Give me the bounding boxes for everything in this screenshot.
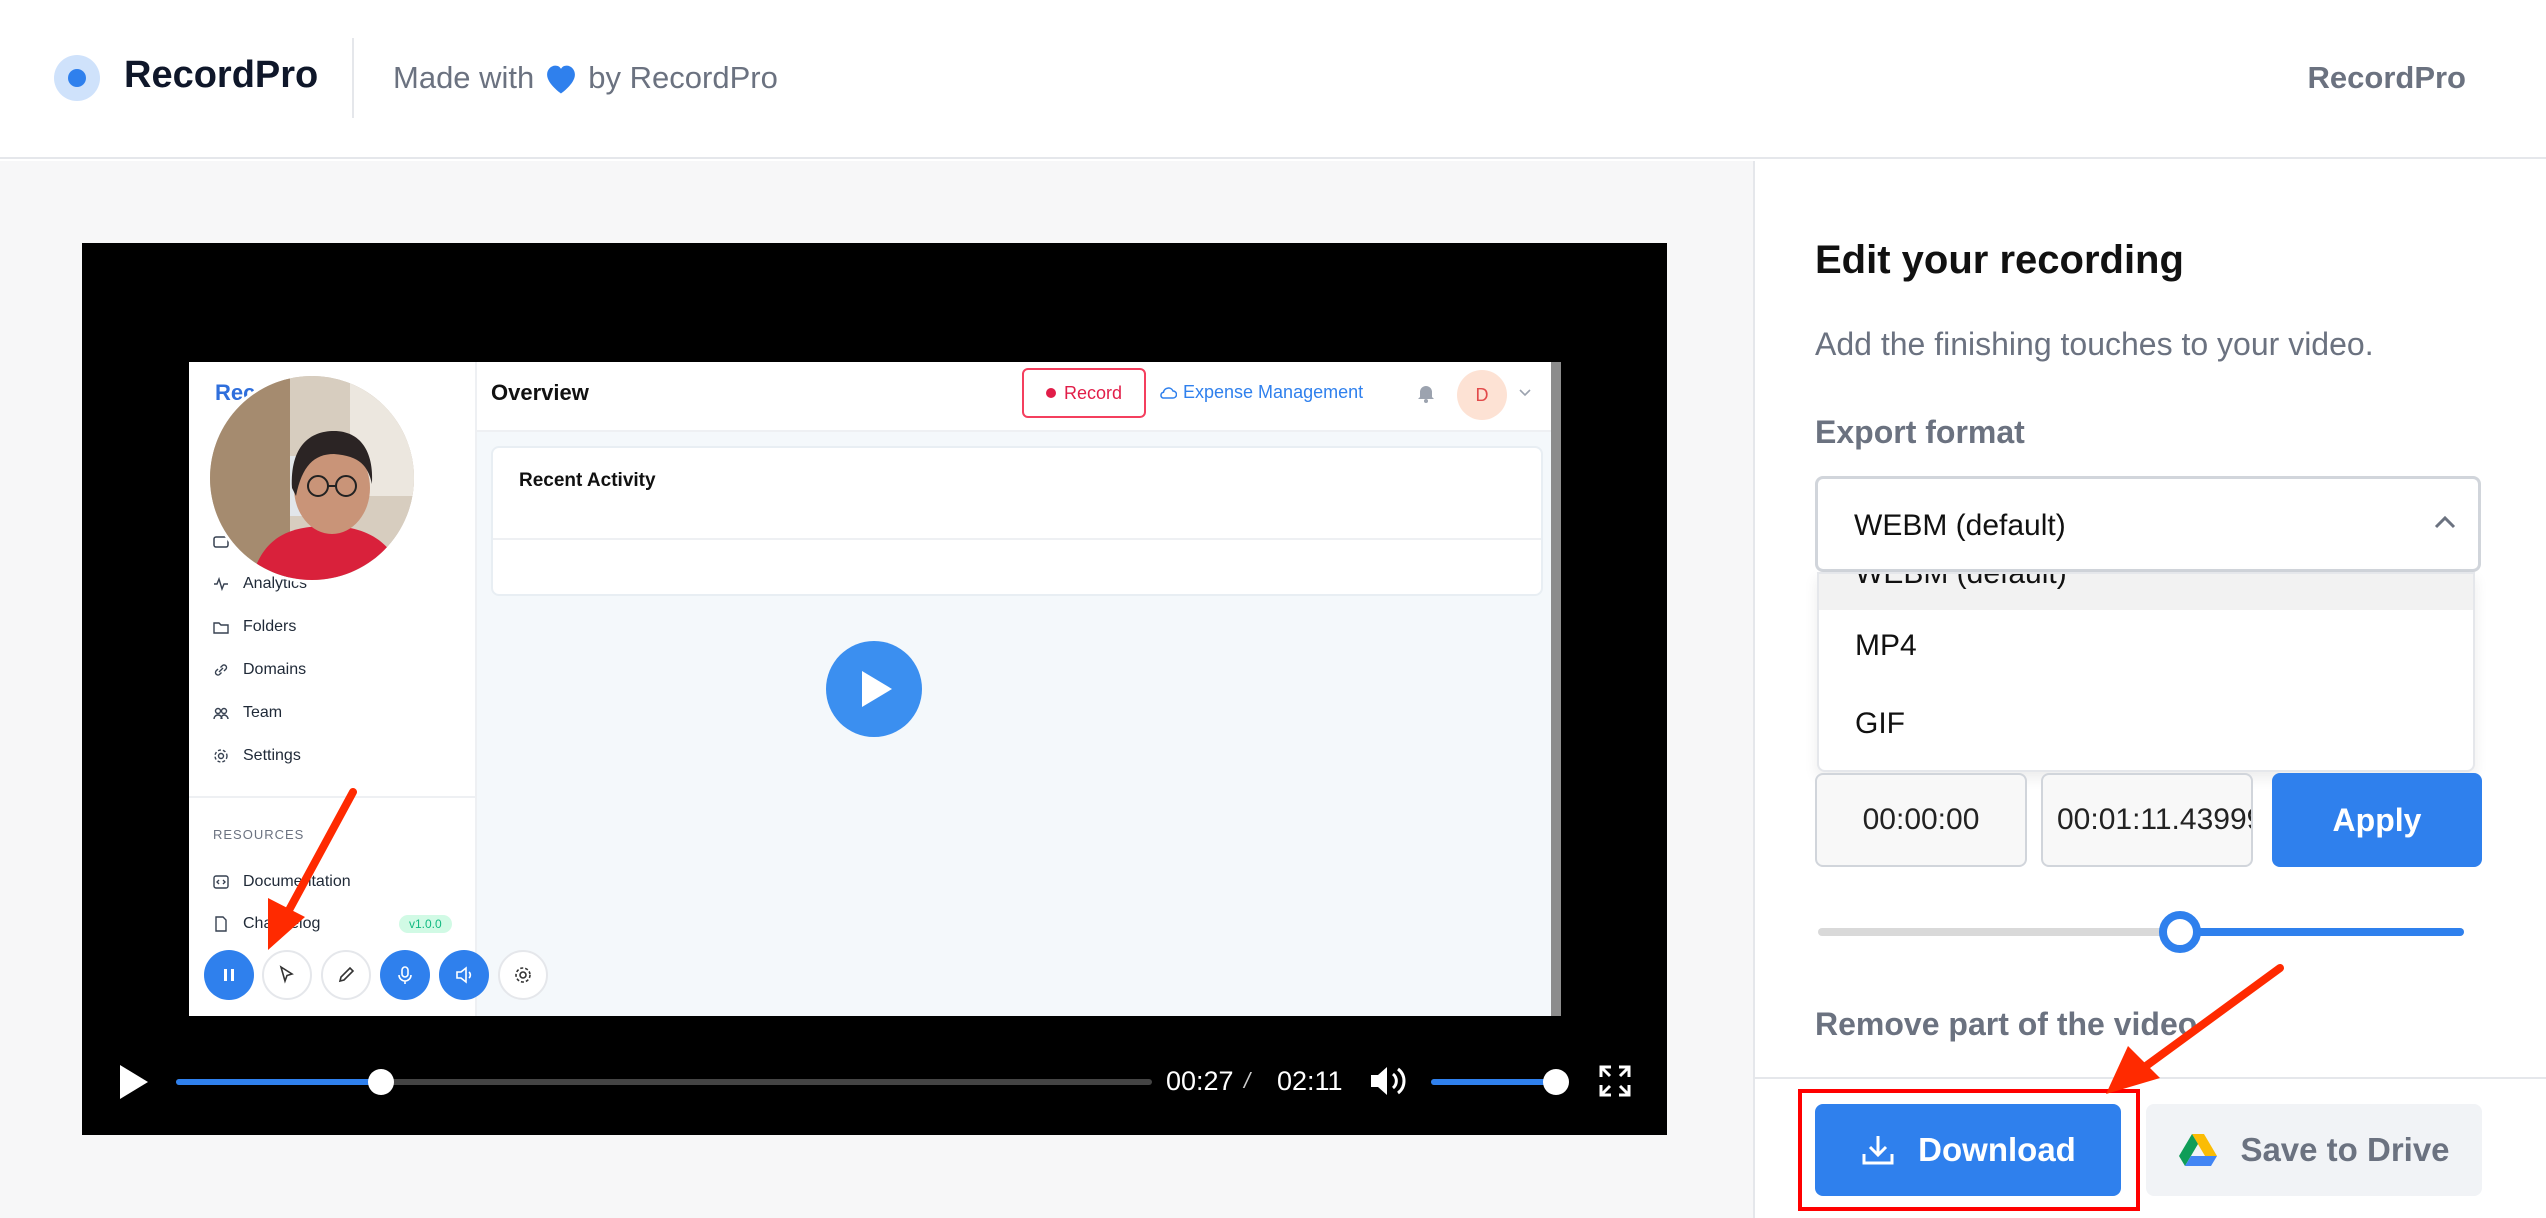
time-separator: / xyxy=(1244,1068,1251,1093)
tagline: Made with by RecordPro xyxy=(393,60,778,96)
pause-tool-button[interactable] xyxy=(204,950,254,1000)
folder-icon xyxy=(213,622,229,634)
settings-tool-button[interactable] xyxy=(498,950,548,1000)
sidebar-item-label: Changelog xyxy=(243,915,321,932)
overview-title: Overview xyxy=(491,380,589,405)
presenter-image xyxy=(210,376,414,580)
sidebar-item-label: Documentation xyxy=(243,873,351,890)
panel-subtitle: Add the finishing touches to your video. xyxy=(1815,326,2374,362)
trim-range-handle[interactable] xyxy=(2158,911,2201,953)
recorded-scrollbar xyxy=(1551,362,1561,1016)
code-icon xyxy=(213,875,229,889)
volume-icon[interactable] xyxy=(1369,1064,1407,1098)
current-time: 00:27 xyxy=(1166,1066,1234,1096)
pen-tool-button[interactable] xyxy=(321,950,371,1000)
sidebar-divider xyxy=(189,796,477,798)
analytics-icon xyxy=(214,576,228,592)
recorded-workspace-label: Expense Management xyxy=(1159,382,1363,403)
google-drive-icon xyxy=(2179,1134,2218,1166)
recorded-topbar: Overview Record Expense Management D xyxy=(477,362,1561,432)
link-icon xyxy=(214,664,228,676)
version-badge: v1.0.0 xyxy=(399,915,452,933)
microphone-tool-button[interactable] xyxy=(380,950,430,1000)
remove-part-label: Remove part of the video xyxy=(1815,1006,2198,1042)
seek-bar-fill xyxy=(176,1079,381,1085)
volume-slider-fill xyxy=(1431,1079,1556,1085)
selected-format: WEBM (default) xyxy=(1854,509,2066,542)
sidebar-item-settings: Settings xyxy=(213,747,301,765)
bell-icon xyxy=(1418,386,1434,403)
recorded-main: Overview Record Expense Management D Rec… xyxy=(477,362,1561,1016)
volume-slider-handle[interactable] xyxy=(1543,1069,1569,1095)
sidebar-item-changelog: Changelog xyxy=(213,915,320,933)
sidebar-item-label: Team xyxy=(243,704,283,721)
cursor-icon xyxy=(279,965,294,984)
trim-range-fill xyxy=(2179,928,2464,936)
export-format-label: Export format xyxy=(1815,414,2025,450)
resources-heading: RESOURCES xyxy=(213,827,305,842)
webcam-bubble xyxy=(207,373,417,583)
cursor-tool-button[interactable] xyxy=(262,950,312,1000)
format-option-gif[interactable]: GIF xyxy=(1819,688,2473,760)
recent-activity-title: Recent Activity xyxy=(519,470,656,491)
panel-title: Edit your recording xyxy=(1815,238,2184,282)
format-option-mp4[interactable]: MP4 xyxy=(1819,610,2473,682)
drive-label: Save to Drive xyxy=(2240,1131,2450,1168)
export-format-select[interactable]: WEBM (default) xyxy=(1815,476,2481,572)
heart-icon xyxy=(547,65,576,94)
header-right-link[interactable]: RecordPro xyxy=(2308,60,2466,96)
chevron-up-icon xyxy=(2434,515,2456,529)
sidebar-item-folders: Folders xyxy=(213,618,296,636)
play-button[interactable] xyxy=(118,1063,150,1101)
recorded-record-button: Record xyxy=(1022,368,1146,418)
sidebar-item-domains: Domains xyxy=(213,661,306,679)
volume-slider[interactable] xyxy=(1431,1069,1569,1095)
record-label: Record xyxy=(1063,382,1123,403)
gear-icon xyxy=(515,967,531,983)
logo-icon xyxy=(54,55,100,101)
trim-range-slider[interactable] xyxy=(1818,911,2464,953)
apply-button[interactable]: Apply xyxy=(2272,773,2482,867)
format-dropdown: WEBM (default) MP4 GIF xyxy=(1817,572,2475,772)
speaker-tool-button[interactable] xyxy=(439,950,489,1000)
sidebar-item-documentation: Documentation xyxy=(213,873,351,891)
cloud-icon xyxy=(1160,386,1177,399)
record-dot-icon xyxy=(1045,388,1056,398)
header-divider xyxy=(352,38,354,118)
format-option-webm[interactable]: WEBM (default) xyxy=(1819,574,2473,610)
app-header: RecordPro Made with by RecordPro RecordP… xyxy=(0,0,2546,159)
microphone-icon xyxy=(398,966,412,984)
fullscreen-icon[interactable] xyxy=(1598,1064,1632,1098)
chevron-down-icon xyxy=(1519,389,1531,397)
speaker-icon xyxy=(456,966,472,984)
pause-icon xyxy=(224,969,234,981)
tagline-prefix: Made with xyxy=(393,60,535,95)
total-time: 02:11 xyxy=(1277,1066,1343,1096)
panel-divider xyxy=(1753,161,1755,1218)
brand-name: RecordPro xyxy=(124,54,319,96)
workspace-name: Expense Management xyxy=(1183,382,1364,402)
seek-bar-handle[interactable] xyxy=(367,1069,394,1095)
recent-activity-card: Recent Activity xyxy=(491,446,1543,596)
tagline-suffix: by RecordPro xyxy=(588,60,778,95)
seek-bar[interactable] xyxy=(176,1069,1152,1095)
download-highlight-box xyxy=(1798,1089,2140,1211)
trim-start-input[interactable]: 00:00:00 xyxy=(1815,773,2027,867)
pen-icon xyxy=(338,966,355,983)
sidebar-item-label: Folders xyxy=(243,618,297,635)
sidebar-item-team: Team xyxy=(213,704,282,722)
gear-icon xyxy=(214,749,228,763)
card-divider xyxy=(493,538,1541,540)
play-icon xyxy=(862,671,892,707)
sidebar-item-label: Settings xyxy=(243,747,301,764)
avatar: D xyxy=(1457,370,1507,420)
document-icon xyxy=(215,916,227,932)
sidebar-item-label: Domains xyxy=(243,661,307,678)
trim-end-input[interactable]: 00:01:11.43999 xyxy=(2041,773,2253,867)
play-overlay-button[interactable] xyxy=(826,641,922,737)
team-icon xyxy=(213,707,229,720)
save-to-drive-button[interactable]: Save to Drive xyxy=(2146,1104,2482,1196)
